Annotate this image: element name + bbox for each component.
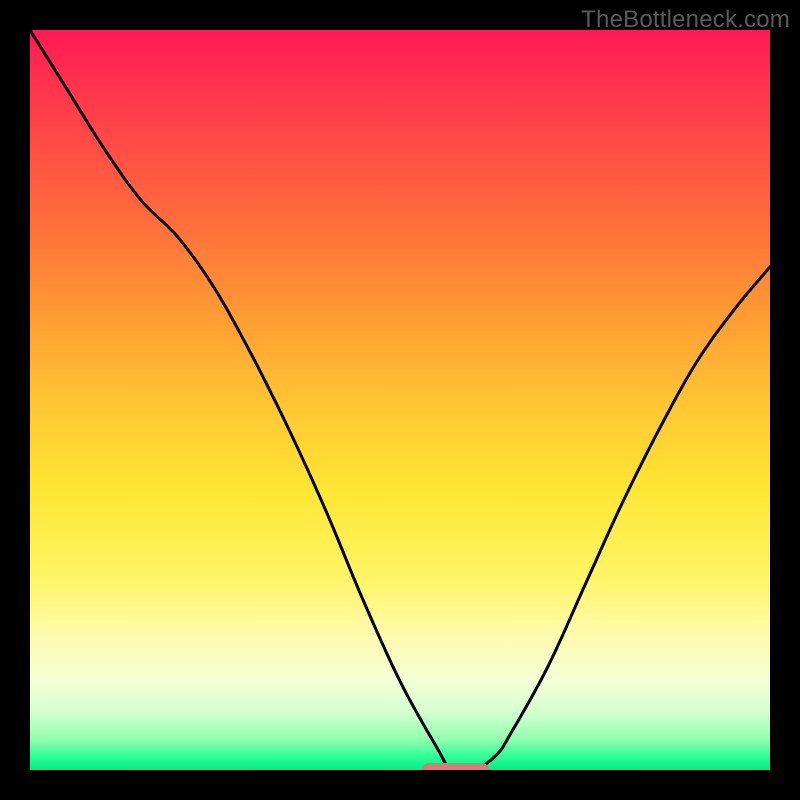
curve-svg (30, 30, 770, 770)
plot-area (30, 30, 770, 770)
bottleneck-curve (30, 30, 770, 770)
chart-frame: TheBottleneck.com (0, 0, 800, 800)
optimal-range-marker (422, 763, 489, 770)
